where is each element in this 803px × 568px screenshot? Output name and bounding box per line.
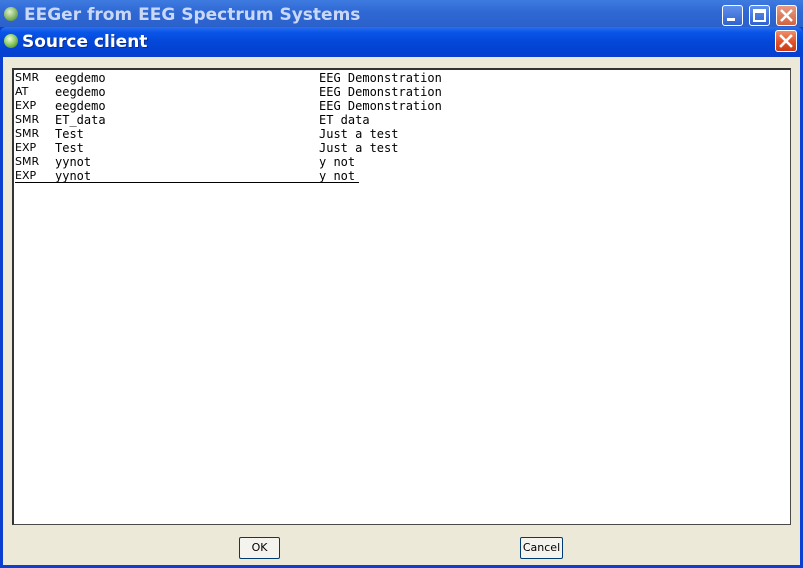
background-close-button[interactable] bbox=[776, 5, 797, 26]
list-item[interactable]: EXP Test Just a test bbox=[15, 141, 398, 155]
close-icon bbox=[779, 34, 793, 48]
client-name: Test bbox=[55, 127, 84, 141]
client-type: SMR bbox=[15, 71, 40, 84]
minimize-icon bbox=[727, 18, 735, 21]
client-type: SMR bbox=[15, 113, 40, 126]
background-window-title: EEGer from EEG Spectrum Systems bbox=[24, 5, 361, 25]
client-description: Just a test bbox=[319, 141, 399, 155]
list-item[interactable]: EXP eegdemo EEG Demonstration bbox=[15, 99, 442, 113]
maximize-icon bbox=[753, 9, 766, 22]
client-name: eegdemo bbox=[55, 71, 106, 85]
client-description: ET data bbox=[319, 113, 370, 127]
eeger-app-icon bbox=[4, 34, 18, 48]
client-list: SMR eegdemo EEG Demonstration AT eegdemo… bbox=[15, 71, 442, 183]
client-description: Just a test bbox=[319, 127, 399, 141]
dialog-title: Source client bbox=[22, 32, 148, 52]
background-window-titlebar: EEGer from EEG Spectrum Systems bbox=[0, 0, 803, 30]
list-item[interactable]: SMR ET_data ET data bbox=[15, 113, 370, 127]
list-item-selected[interactable]: EXP yynot y not bbox=[15, 169, 359, 183]
client-description: EEG Demonstration bbox=[319, 71, 442, 85]
ok-button[interactable]: OK bbox=[239, 537, 280, 559]
client-name: yynot bbox=[55, 169, 92, 183]
dialog-close-button[interactable] bbox=[775, 30, 797, 52]
client-type: EXP bbox=[15, 141, 37, 154]
eeger-app-icon bbox=[4, 7, 18, 21]
list-item[interactable]: AT eegdemo EEG Demonstration bbox=[15, 85, 442, 99]
client-description: y not bbox=[319, 169, 356, 183]
close-icon bbox=[780, 9, 793, 22]
cancel-button[interactable]: Cancel bbox=[520, 537, 563, 559]
client-type: SMR bbox=[15, 155, 40, 168]
list-item[interactable]: SMR eegdemo EEG Demonstration bbox=[15, 71, 442, 85]
list-item[interactable]: SMR yynot y not bbox=[15, 155, 359, 169]
client-name: eegdemo bbox=[55, 85, 106, 99]
client-listbox[interactable]: SMR eegdemo EEG Demonstration AT eegdemo… bbox=[12, 68, 791, 525]
client-description: EEG Demonstration bbox=[319, 99, 442, 113]
source-client-dialog: Source client SMR eegdemo EEG Demonstrat… bbox=[0, 27, 803, 568]
minimize-button[interactable] bbox=[722, 5, 743, 26]
client-name: eegdemo bbox=[55, 99, 106, 113]
list-item[interactable]: SMR Test Just a test bbox=[15, 127, 398, 141]
client-type: SMR bbox=[15, 127, 40, 140]
client-type: EXP bbox=[15, 99, 37, 112]
client-name: Test bbox=[55, 141, 84, 155]
dialog-titlebar[interactable]: Source client bbox=[0, 27, 803, 57]
client-type: EXP bbox=[15, 169, 37, 182]
client-description: y not bbox=[319, 155, 356, 169]
client-type: AT bbox=[15, 85, 29, 98]
client-description: EEG Demonstration bbox=[319, 85, 442, 99]
client-name: yynot bbox=[55, 155, 92, 169]
client-name: ET_data bbox=[55, 113, 106, 127]
maximize-button[interactable] bbox=[749, 5, 770, 26]
dialog-client-area: SMR eegdemo EEG Demonstration AT eegdemo… bbox=[3, 57, 800, 565]
